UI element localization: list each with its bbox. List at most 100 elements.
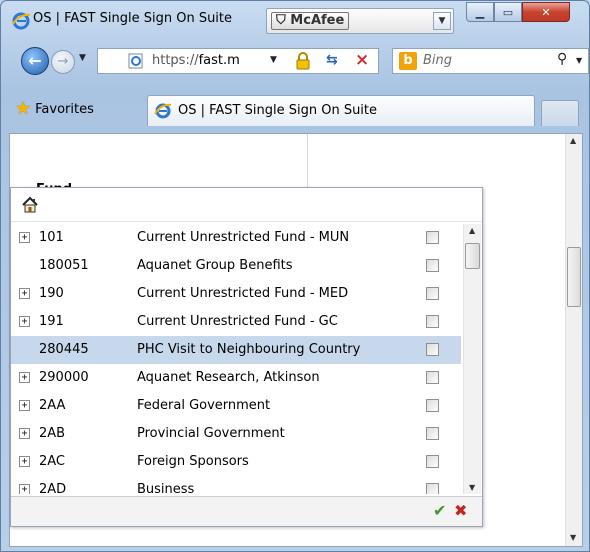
mcafee-dropdown-button[interactable]: ▼ bbox=[433, 12, 451, 30]
search-box[interactable]: b Bing ⚲ ▼ bbox=[392, 48, 589, 74]
search-icon[interactable]: ⚲ bbox=[557, 51, 567, 67]
window-controls: ▁ ▭ ✕ bbox=[466, 2, 570, 24]
fund-checkbox[interactable] bbox=[426, 427, 439, 440]
fund-description: Current Unrestricted Fund - MUN bbox=[137, 230, 350, 245]
shield-icon: ⛉ bbox=[276, 13, 286, 28]
fund-row[interactable]: + 290000 Aquanet Research, Atkinson bbox=[11, 364, 461, 392]
expand-icon[interactable]: + bbox=[19, 484, 30, 494]
scroll-down-arrow-icon[interactable]: ▼ bbox=[469, 483, 475, 492]
tab-label: OS | FAST Single Sign On Suite bbox=[178, 103, 378, 118]
mcafee-label: McAfee bbox=[290, 13, 345, 28]
window-title: OS | FAST Single Sign On Suite bbox=[33, 11, 233, 26]
fund-row-selected[interactable]: 280445 PHC Visit to Neighbouring Country bbox=[11, 336, 461, 364]
page-icon bbox=[128, 53, 143, 69]
fund-list-scroll-thumb[interactable] bbox=[465, 243, 480, 269]
back-arrow-icon: ← bbox=[28, 51, 42, 70]
fund-checkbox[interactable] bbox=[426, 231, 439, 244]
title-bar: OS | FAST Single Sign On Suite ⛉ McAfee … bbox=[1, 1, 589, 41]
fund-code: 290000 bbox=[39, 370, 89, 385]
ie-icon bbox=[12, 12, 31, 30]
forward-arrow-icon: → bbox=[57, 54, 69, 69]
expand-icon[interactable]: + bbox=[19, 316, 30, 327]
minimize-icon: ▁ bbox=[475, 5, 485, 19]
close-icon: ✕ bbox=[541, 5, 551, 19]
maximize-button[interactable]: ▭ bbox=[494, 2, 522, 22]
fund-checkbox[interactable] bbox=[426, 343, 439, 356]
expand-icon[interactable]: + bbox=[19, 288, 30, 299]
fund-code: 280445 bbox=[39, 342, 89, 357]
forward-button[interactable]: → bbox=[51, 50, 75, 74]
tab-fast-sso[interactable]: OS | FAST Single Sign On Suite bbox=[147, 95, 535, 126]
fund-code: 2AC bbox=[39, 454, 66, 469]
page-scrollbar[interactable]: ▲ ▼ bbox=[565, 134, 582, 546]
mcafee-toolbar[interactable]: ⛉ McAfee ▼ bbox=[266, 8, 454, 34]
fund-code: 191 bbox=[39, 314, 64, 329]
close-window-button[interactable]: ✕ bbox=[522, 2, 570, 22]
address-text[interactable]: https://fast.m bbox=[152, 53, 240, 68]
back-button[interactable]: ← bbox=[21, 47, 49, 75]
expand-icon[interactable]: + bbox=[19, 456, 30, 467]
fund-checkbox[interactable] bbox=[426, 315, 439, 328]
fund-row[interactable]: + 101 Current Unrestricted Fund - MUN bbox=[11, 224, 461, 252]
fund-checkbox[interactable] bbox=[426, 371, 439, 384]
lock-icon[interactable] bbox=[294, 52, 312, 70]
page-scroll-thumb[interactable] bbox=[567, 247, 581, 307]
fund-description: PHC Visit to Neighbouring Country bbox=[137, 342, 361, 357]
scroll-down-arrow-icon[interactable]: ▼ bbox=[570, 533, 576, 542]
fund-list-scrollbar[interactable]: ▲ ▼ bbox=[463, 224, 481, 494]
address-host: fast.m bbox=[198, 53, 240, 68]
fund-description: Aquanet Group Benefits bbox=[137, 258, 293, 273]
stop-icon[interactable]: × bbox=[355, 50, 369, 70]
bing-icon: b bbox=[399, 52, 417, 70]
fund-list: + 101 Current Unrestricted Fund - MUN 18… bbox=[11, 224, 461, 494]
expand-icon[interactable]: + bbox=[19, 428, 30, 439]
fund-row[interactable]: + 191 Current Unrestricted Fund - GC bbox=[11, 308, 461, 336]
search-dropdown-button[interactable]: ▼ bbox=[576, 56, 582, 65]
home-icon[interactable] bbox=[21, 196, 39, 214]
fund-code: 2AD bbox=[39, 482, 67, 494]
expand-icon[interactable]: + bbox=[19, 232, 30, 243]
mcafee-logo[interactable]: ⛉ McAfee bbox=[271, 12, 350, 30]
address-dropdown-button[interactable]: ▼ bbox=[270, 55, 277, 65]
fund-code: 101 bbox=[39, 230, 64, 245]
favorites-button[interactable]: ★ Favorites bbox=[15, 98, 94, 120]
scroll-up-arrow-icon[interactable]: ▲ bbox=[570, 136, 576, 145]
fund-row[interactable]: + 2AA Federal Government bbox=[11, 392, 461, 420]
refresh-icon[interactable]: ⇆ bbox=[326, 52, 338, 68]
fund-code: 2AA bbox=[39, 398, 66, 413]
new-tab-button[interactable] bbox=[541, 100, 579, 126]
fund-checkbox[interactable] bbox=[426, 287, 439, 300]
browser-window: OS | FAST Single Sign On Suite ⛉ McAfee … bbox=[0, 0, 590, 552]
fund-checkbox[interactable] bbox=[426, 259, 439, 272]
address-prefix: https:// bbox=[152, 53, 199, 68]
fund-row[interactable]: + 2AC Foreign Sponsors bbox=[11, 448, 461, 476]
expand-icon[interactable]: + bbox=[19, 400, 30, 411]
expand-icon[interactable]: + bbox=[19, 372, 30, 383]
fund-description: Aquanet Research, Atkinson bbox=[137, 370, 320, 385]
navigation-bar: ← → ▼ https://fast.m ▼ ⇆ × b Bing ⚲ ▼ bbox=[1, 41, 589, 79]
favorites-star-icon: ★ bbox=[15, 98, 32, 119]
fund-checkbox[interactable] bbox=[426, 455, 439, 468]
fund-selector-popup: + 101 Current Unrestricted Fund - MUN 18… bbox=[10, 187, 483, 527]
fund-row[interactable]: + 2AB Provincial Government bbox=[11, 420, 461, 448]
minimize-button[interactable]: ▁ bbox=[466, 2, 494, 22]
cancel-x-icon[interactable]: ✖ bbox=[454, 501, 467, 520]
address-bar[interactable]: https://fast.m ▼ ⇆ × bbox=[97, 48, 379, 74]
fund-row[interactable]: + 2AD Business bbox=[11, 476, 461, 494]
fund-row[interactable]: + 190 Current Unrestricted Fund - MED bbox=[11, 280, 461, 308]
scroll-up-arrow-icon[interactable]: ▲ bbox=[469, 226, 475, 235]
search-placeholder[interactable]: Bing bbox=[423, 53, 452, 68]
fund-description: Current Unrestricted Fund - MED bbox=[137, 286, 349, 301]
fund-row[interactable]: 180051 Aquanet Group Benefits bbox=[11, 252, 461, 280]
maximize-icon: ▭ bbox=[502, 5, 514, 19]
popup-footer: ✔ ✖ bbox=[11, 496, 482, 526]
fund-description: Current Unrestricted Fund - GC bbox=[137, 314, 338, 329]
fund-description: Federal Government bbox=[137, 398, 271, 413]
confirm-check-icon[interactable]: ✔ bbox=[433, 501, 446, 520]
fund-checkbox[interactable] bbox=[426, 483, 439, 494]
recent-pages-dropdown[interactable]: ▼ bbox=[79, 53, 86, 63]
favorites-label: Favorites bbox=[35, 101, 94, 117]
fund-checkbox[interactable] bbox=[426, 399, 439, 412]
fund-description: Foreign Sponsors bbox=[137, 454, 249, 469]
fund-code: 2AB bbox=[39, 426, 66, 441]
